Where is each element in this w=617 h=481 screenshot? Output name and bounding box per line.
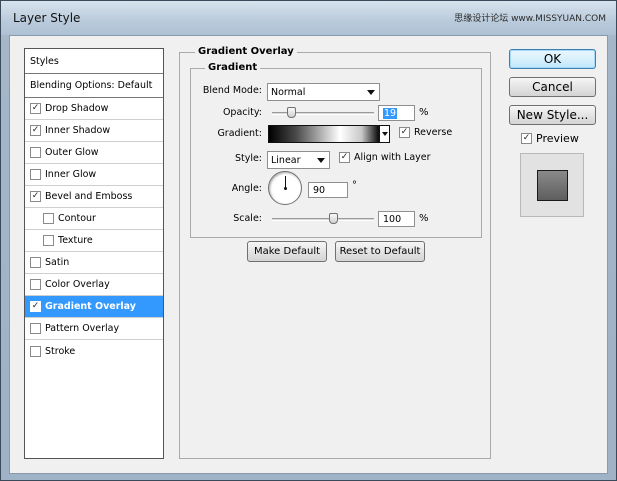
style-item-label: Gradient Overlay (45, 301, 136, 312)
style-item-stroke[interactable]: Stroke (25, 340, 163, 362)
reverse-checkbox[interactable]: ✓ (399, 127, 410, 138)
reverse-label: Reverse (414, 127, 453, 138)
dialog-body: Styles Blending Options: Default ✓ Drop … (9, 35, 608, 474)
reset-to-default-button[interactable]: Reset to Default (335, 241, 425, 262)
gradient-picker-dropdown[interactable] (379, 125, 390, 143)
degree-sign: ° (352, 180, 357, 191)
blend-mode-label: Blend Mode: (202, 85, 262, 96)
angle-dial[interactable] (268, 171, 302, 205)
reverse-option[interactable]: ✓ Reverse (399, 127, 452, 138)
styles-list: Styles Blending Options: Default ✓ Drop … (24, 48, 164, 459)
align-with-layer-checkbox[interactable]: ✓ (339, 152, 350, 163)
ok-button[interactable]: OK (509, 49, 596, 69)
inner-shadow-checkbox[interactable]: ✓ (30, 125, 41, 136)
make-default-label: Make Default (253, 246, 321, 257)
opacity-slider-thumb[interactable] (286, 107, 296, 118)
style-label: Style: (234, 153, 262, 164)
satin-checkbox[interactable] (30, 257, 41, 268)
new-style-button[interactable]: New Style... (509, 105, 596, 125)
texture-checkbox[interactable] (43, 235, 54, 246)
style-item-label: Pattern Overlay (45, 323, 120, 334)
styles-list-header[interactable]: Styles (25, 49, 163, 74)
gradient-overlay-title: Gradient Overlay (195, 46, 297, 57)
scale-slider-track[interactable] (272, 218, 374, 221)
gradient-swatch[interactable] (268, 125, 379, 143)
preview-checkbox[interactable]: ✓ (521, 133, 532, 144)
color-overlay-checkbox[interactable] (30, 279, 41, 290)
chevron-down-icon (317, 158, 325, 163)
inner-glow-checkbox[interactable] (30, 169, 41, 180)
style-item-gradient-overlay[interactable]: ✓ Gradient Overlay (25, 296, 163, 318)
styles-header-label: Styles (30, 55, 59, 67)
pattern-overlay-checkbox[interactable] (30, 323, 41, 334)
preview-option[interactable]: ✓ Preview (521, 132, 579, 145)
ok-label: OK (543, 52, 562, 66)
style-item-bevel-emboss[interactable]: ✓ Bevel and Emboss (25, 186, 163, 208)
layer-style-dialog: Layer Style 思缘设计论坛 www.MISSYUAN.COM Styl… (0, 0, 617, 481)
reset-to-default-label: Reset to Default (339, 246, 421, 257)
style-item-pattern-overlay[interactable]: Pattern Overlay (25, 318, 163, 340)
scale-percent-sign: % (419, 213, 429, 224)
style-preview (520, 153, 584, 217)
style-item-label: Contour (58, 213, 96, 224)
chevron-down-icon (367, 90, 375, 95)
contour-checkbox[interactable] (43, 213, 54, 224)
style-item-label: Stroke (45, 345, 76, 357)
bevel-emboss-checkbox[interactable]: ✓ (30, 191, 41, 202)
style-item-color-overlay[interactable]: Color Overlay (25, 274, 163, 296)
preview-label: Preview (536, 132, 579, 145)
preview-thumbnail (537, 170, 568, 201)
style-item-label: Drop Shadow (45, 103, 109, 114)
style-item-label: Bevel and Emboss (45, 191, 133, 202)
style-item-label: Color Overlay (45, 279, 110, 290)
style-item-label: Outer Glow (45, 147, 99, 158)
opacity-percent-sign: % (419, 107, 429, 118)
gradient-overlay-checkbox[interactable]: ✓ (30, 301, 41, 312)
opacity-input[interactable]: 19 (378, 105, 415, 121)
scale-value: 100 (383, 213, 402, 225)
style-item-inner-shadow[interactable]: ✓ Inner Shadow (25, 120, 163, 142)
drop-shadow-checkbox[interactable]: ✓ (30, 103, 41, 114)
watermark: 思缘设计论坛 www.MISSYUAN.COM (454, 14, 606, 24)
style-item-contour[interactable]: Contour (25, 208, 163, 230)
gradient-label: Gradient: (217, 128, 262, 139)
new-style-label: New Style... (516, 108, 589, 122)
gradient-subgroup-title: Gradient (205, 62, 261, 73)
align-with-layer-label: Align with Layer (354, 152, 431, 163)
cancel-button[interactable]: Cancel (509, 77, 596, 97)
cancel-label: Cancel (532, 80, 573, 94)
make-default-button[interactable]: Make Default (247, 241, 327, 262)
opacity-value: 19 (383, 107, 398, 119)
blending-options-item[interactable]: Blending Options: Default (25, 74, 163, 98)
blend-mode-select[interactable]: Normal (267, 83, 380, 101)
blend-mode-value: Normal (271, 86, 306, 98)
angle-value: 90 (313, 184, 326, 196)
outer-glow-checkbox[interactable] (30, 147, 41, 158)
style-item-outer-glow[interactable]: Outer Glow (25, 142, 163, 164)
angle-label: Angle: (231, 183, 262, 194)
scale-input[interactable]: 100 (378, 211, 415, 227)
style-item-texture[interactable]: Texture (25, 230, 163, 252)
window-title: Layer Style (13, 11, 81, 25)
style-value: Linear (271, 154, 301, 166)
style-item-label: Satin (45, 257, 70, 268)
scale-label: Scale: (233, 213, 262, 224)
align-with-layer-option[interactable]: ✓ Align with Layer (339, 152, 431, 163)
style-item-label: Inner Glow (45, 169, 97, 180)
style-item-drop-shadow[interactable]: ✓ Drop Shadow (25, 98, 163, 120)
opacity-label: Opacity: (222, 107, 262, 118)
style-item-label: Texture (58, 235, 93, 246)
angle-input[interactable]: 90 (308, 182, 348, 198)
scale-slider-thumb[interactable] (328, 213, 338, 224)
blending-options-label: Blending Options: Default (30, 80, 153, 91)
style-item-inner-glow[interactable]: Inner Glow (25, 164, 163, 186)
style-select[interactable]: Linear (267, 151, 330, 169)
title-bar[interactable]: Layer Style 思缘设计论坛 www.MISSYUAN.COM (1, 1, 616, 35)
angle-center-dot (284, 187, 287, 190)
style-item-label: Inner Shadow (45, 125, 111, 136)
style-item-satin[interactable]: Satin (25, 252, 163, 274)
stroke-checkbox[interactable] (30, 345, 41, 357)
